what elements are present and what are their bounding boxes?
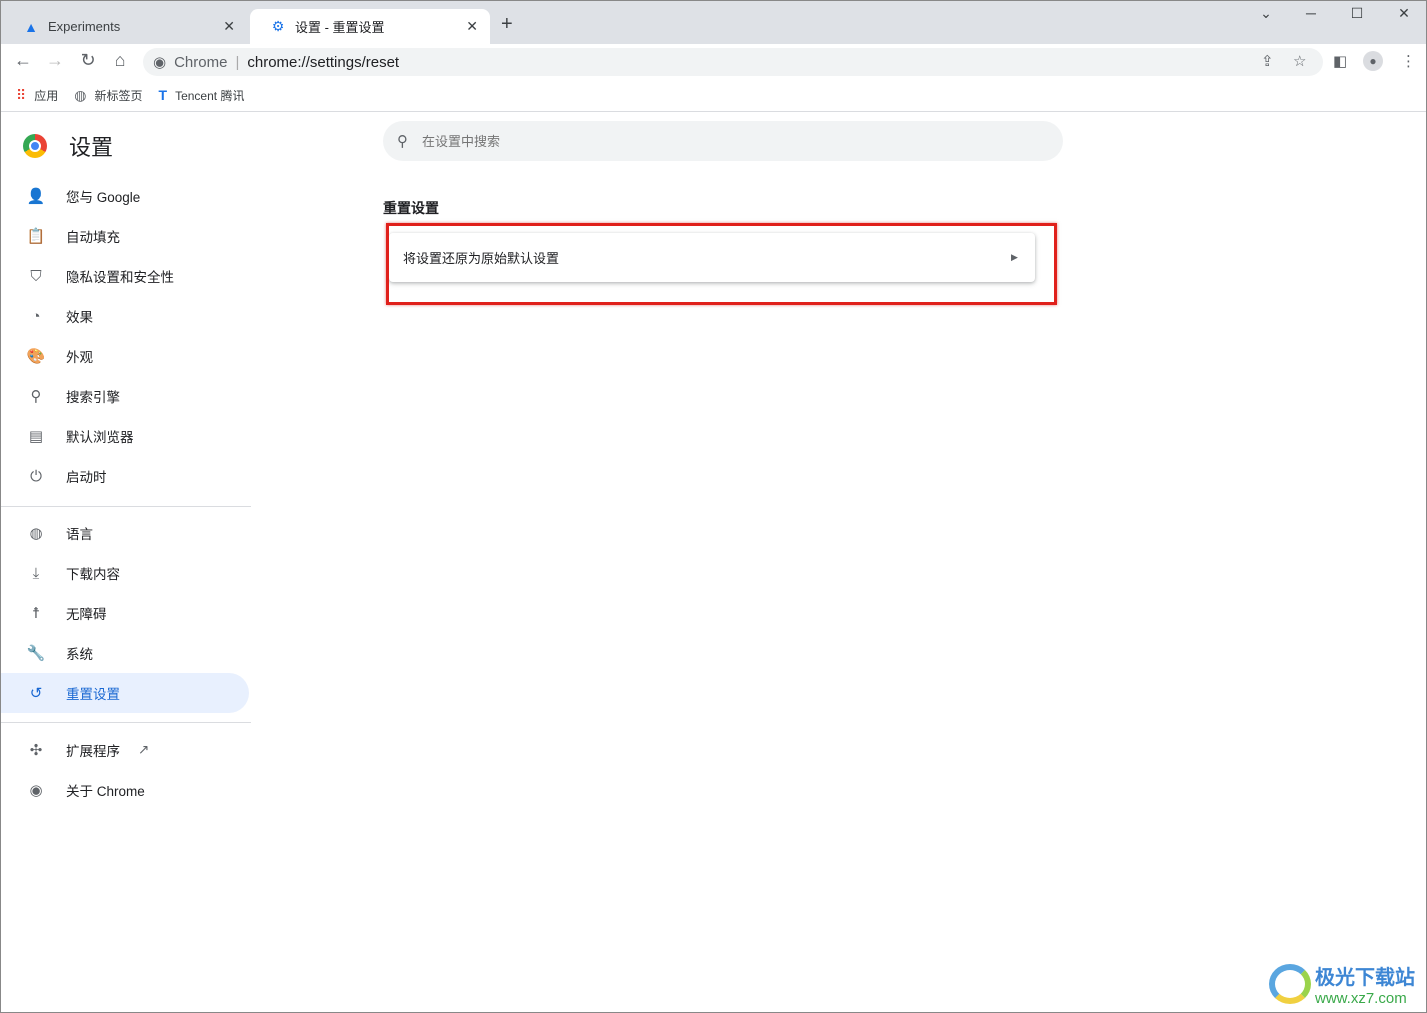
shield-icon: ⛉ bbox=[30, 267, 42, 285]
tencent-icon: T bbox=[158, 87, 168, 103]
reload-button[interactable]: ↻ bbox=[76, 50, 100, 71]
wrench-icon: 🔧 bbox=[26, 645, 46, 662]
sidebar-item[interactable]: ⛉ 隐私设置和安全性 bbox=[1, 256, 249, 296]
sidebar-item[interactable]: ⤓ 下载内容 bbox=[1, 553, 249, 593]
highlight-box bbox=[386, 223, 1057, 305]
minimize-button[interactable]: ─ bbox=[1288, 5, 1334, 21]
bookmark-new-tab[interactable]: ◍ 新标签页 bbox=[74, 87, 142, 104]
sidebar-item[interactable]: 👤 您与 Google bbox=[1, 176, 249, 216]
sidebar-item[interactable]: ⏻ 启动时 bbox=[1, 456, 249, 496]
restore-icon: ↺ bbox=[29, 685, 43, 702]
search-icon: ⚲ bbox=[397, 133, 408, 150]
sidebar-item-label: 语言 bbox=[66, 527, 93, 542]
tab-experiments[interactable]: ▲ Experiments ✕ bbox=[3, 9, 247, 44]
globe-icon: ◍ bbox=[74, 86, 87, 103]
sidebar-item-label: 外观 bbox=[66, 350, 93, 365]
person-icon: 👤 bbox=[26, 188, 46, 205]
sidebar-item[interactable]: ✣ 扩展程序 ↗ bbox=[1, 730, 249, 770]
toolbar: ← → ↻ ⌂ ◉ Chrome | chrome://settings/reset … bbox=[1, 44, 1426, 79]
external-link-icon: ↗ bbox=[138, 742, 150, 757]
bookmarks-bar: ⠿ 应用 ◍ 新标签页 T Tencent 腾讯 bbox=[1, 79, 1426, 112]
chrome-icon: ◉ bbox=[29, 782, 43, 799]
home-button[interactable]: ⌂ bbox=[108, 50, 132, 71]
sidebar-item[interactable]: 🔧 系统 bbox=[1, 633, 249, 673]
chrome-icon: ◉ bbox=[153, 54, 167, 71]
sidebar-item-label: 默认浏览器 bbox=[66, 430, 134, 445]
sidebar-item-label: 系统 bbox=[66, 647, 93, 662]
globe-icon: ◍ bbox=[29, 525, 43, 542]
sidebar-item[interactable]: ☨ 无障碍 bbox=[1, 593, 249, 633]
menu-icon[interactable]: ⋮ bbox=[1401, 52, 1416, 70]
sidebar-item-label: 效果 bbox=[66, 310, 93, 325]
sidebar-item-label: 扩展程序 bbox=[66, 744, 120, 759]
back-button[interactable]: ← bbox=[11, 50, 35, 71]
sidebar-item[interactable]: ⚲ 搜索引擎 bbox=[1, 376, 249, 416]
speedometer-icon: ◔ bbox=[31, 307, 41, 325]
power-icon: ⏻ bbox=[30, 467, 42, 485]
accessibility-icon: ☨ bbox=[31, 605, 41, 622]
settings-header: 设置 bbox=[23, 130, 113, 162]
clipboard-icon: 📋 bbox=[26, 228, 46, 245]
puzzle-icon: ✣ bbox=[29, 742, 43, 759]
sidebar-item[interactable]: ▤ 默认浏览器 bbox=[1, 416, 249, 456]
sidebar-item-label: 启动时 bbox=[66, 470, 107, 485]
gear-icon: ⚙ bbox=[271, 18, 285, 34]
bookmark-star-icon[interactable]: ☆ bbox=[1293, 52, 1306, 70]
sidebar-item[interactable]: 🎨 外观 bbox=[1, 336, 249, 376]
bookmark-tencent[interactable]: T Tencent 腾讯 bbox=[159, 87, 245, 104]
divider bbox=[1, 722, 251, 723]
sidebar-item-label: 隐私设置和安全性 bbox=[66, 270, 174, 285]
sidebar-item-label: 重置设置 bbox=[66, 687, 120, 702]
sidebar-item-label: 自动填充 bbox=[66, 230, 120, 245]
forward-button[interactable]: → bbox=[43, 50, 67, 71]
tab-settings[interactable]: ⚙ 设置 - 重置设置 ✕ bbox=[250, 9, 490, 44]
sidebar-item[interactable]: ◍ 语言 bbox=[1, 513, 249, 553]
share-icon[interactable]: ⇪ bbox=[1261, 52, 1274, 70]
sidebar-item-label: 下载内容 bbox=[66, 567, 120, 582]
bookmark-apps[interactable]: ⠿ 应用 bbox=[16, 87, 58, 104]
sidebar-item-label: 您与 Google bbox=[66, 190, 141, 205]
settings-search[interactable]: ⚲ bbox=[383, 121, 1063, 161]
profile-avatar[interactable]: ● bbox=[1363, 51, 1383, 71]
download-icon: ⤓ bbox=[32, 564, 40, 582]
sidebar-item[interactable]: ↺ 重置设置 bbox=[1, 673, 249, 713]
watermark-logo: 极光下载站 www.xz7.com bbox=[1269, 961, 1415, 1007]
search-input[interactable] bbox=[422, 133, 1022, 149]
search-icon: ⚲ bbox=[30, 388, 42, 405]
browser-icon: ▤ bbox=[28, 428, 44, 445]
divider bbox=[1, 506, 251, 507]
sidebar-item[interactable]: ◔ 效果 bbox=[1, 296, 249, 336]
maximize-button[interactable]: ☐ bbox=[1334, 5, 1380, 22]
sidebar-item-label: 搜索引擎 bbox=[66, 390, 120, 405]
tab-strip: ▲ Experiments ✕ ⚙ 设置 - 重置设置 ✕ + ⌄ ─ ☐ ✕ bbox=[1, 1, 1426, 44]
sidebar-item[interactable]: 📋 自动填充 bbox=[1, 216, 249, 256]
address-bar[interactable]: ◉ Chrome | chrome://settings/reset bbox=[143, 48, 1323, 76]
apps-icon: ⠿ bbox=[16, 86, 27, 103]
tab-search-icon[interactable]: ⌄ bbox=[1243, 5, 1289, 22]
sidebar-item-label: 无障碍 bbox=[66, 607, 107, 622]
palette-icon: 🎨 bbox=[26, 348, 46, 365]
new-tab-button[interactable]: + bbox=[501, 13, 513, 36]
side-panel-icon[interactable]: ◧ bbox=[1333, 52, 1347, 70]
sidebar-item[interactable]: ◉ 关于 Chrome bbox=[1, 770, 249, 810]
chrome-logo-icon bbox=[23, 134, 47, 158]
section-title: 重置设置 bbox=[383, 200, 439, 216]
close-window-button[interactable]: ✕ bbox=[1381, 5, 1427, 22]
close-tab-icon[interactable]: ✕ bbox=[223, 18, 235, 35]
close-tab-icon[interactable]: ✕ bbox=[466, 18, 478, 35]
sidebar-item-label: 关于 Chrome bbox=[66, 784, 145, 799]
flask-icon: ▲ bbox=[24, 18, 38, 35]
